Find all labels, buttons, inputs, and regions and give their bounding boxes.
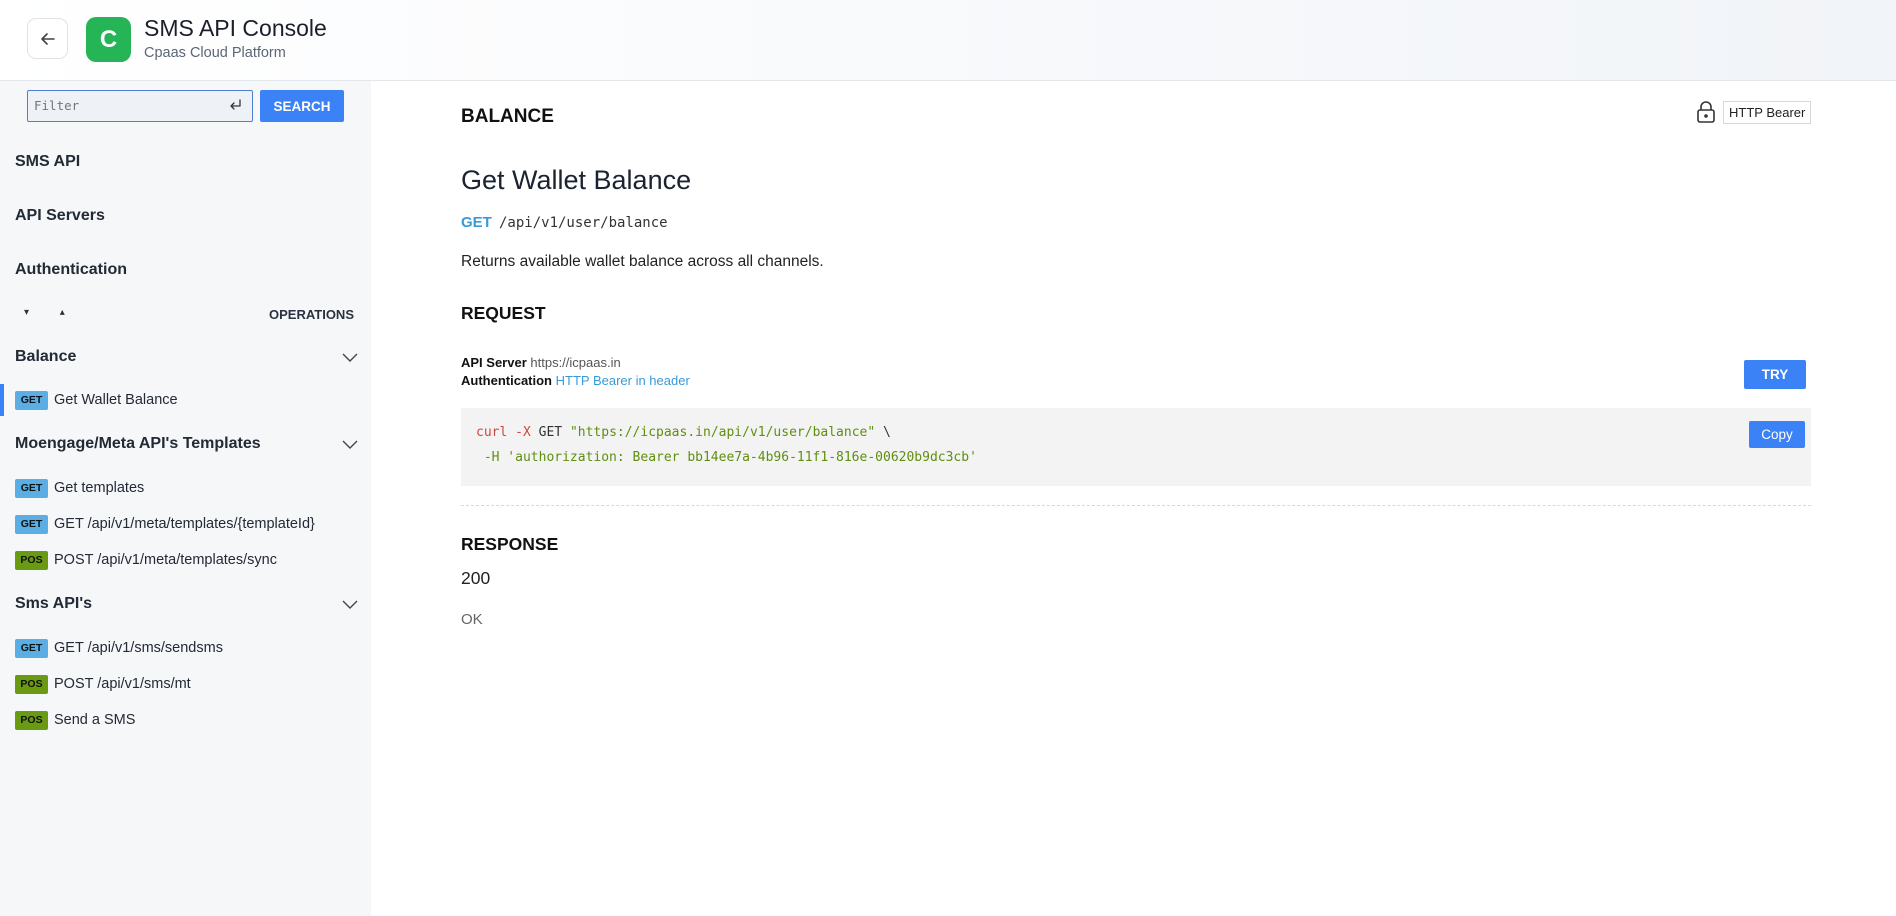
curl-command: curl [476,425,508,440]
expand-collapse-toggle[interactable]: ▾ ▴ [24,307,79,318]
group-title: Moengage/Meta API's Templates [15,435,261,452]
authentication-label: Authentication [461,373,552,388]
search-button[interactable]: SEARCH [260,90,344,122]
filter-input[interactable] [28,91,218,120]
op-label: Get Wallet Balance [54,392,178,408]
app-header: C SMS API Console Cpaas Cloud Platform [0,0,1896,81]
curl-continuation: \ [883,425,891,440]
nav-api-servers[interactable]: API Servers [15,207,105,225]
filter-field[interactable] [27,90,253,122]
authentication-row: Authentication HTTP Bearer in header [461,373,690,388]
op-post-templates-sync[interactable]: POS POST /api/v1/meta/templates/sync [15,550,277,570]
op-get-sendsms[interactable]: GET GET /api/v1/sms/sendsms [15,638,223,658]
request-heading: REQUEST [461,303,546,323]
op-label: POST /api/v1/sms/mt [54,676,191,692]
curl-code-block: curl -X GET "https://icpaas.in/api/v1/us… [461,408,1811,486]
try-button[interactable]: TRY [1744,360,1806,389]
sidebar: SEARCH SMS API API Servers Authenticatio… [0,81,371,916]
chevron-down-icon [342,600,358,609]
response-status-text: OK [461,611,483,628]
op-label: Get templates [54,480,145,496]
group-title: Balance [15,348,77,365]
lock-icon[interactable] [1695,100,1717,124]
main-content: BALANCE HTTP Bearer Get Wallet Balance G… [371,81,1896,916]
op-label: GET /api/v1/sms/sendsms [54,640,223,656]
back-button[interactable] [27,18,68,59]
api-server-label: API Server [461,355,527,370]
chevron-down-icon [342,353,358,362]
copy-button[interactable]: Copy [1749,421,1805,448]
method-badge: GET [15,478,48,498]
curl-flag: -X [515,425,531,440]
security-scheme-badge[interactable]: HTTP Bearer [1723,101,1812,124]
response-status-code[interactable]: 200 [461,568,490,589]
op-label: Send a SMS [54,712,136,728]
curl-line-1: curl -X GET "https://icpaas.in/api/v1/us… [476,420,1796,445]
op-get-template-by-id[interactable]: GET GET /api/v1/meta/templates/{template… [15,514,315,534]
tag-title: BALANCE [461,106,554,127]
op-get-wallet-balance[interactable]: GET Get Wallet Balance [0,384,178,416]
curl-line-2: -H 'authorization: Bearer bb14ee7a-4b96-… [476,445,1796,470]
method-badge: GET [15,390,48,410]
op-label: POST /api/v1/meta/templates/sync [54,552,277,568]
op-post-sms-mt[interactable]: POS POST /api/v1/sms/mt [15,674,191,694]
operations-label: OPERATIONS [269,307,354,322]
curl-header: -H 'authorization: Bearer bb14ee7a-4b96-… [483,450,977,465]
api-server-row: API Server https://icpaas.in [461,355,621,370]
operation-description: Returns available wallet balance across … [461,253,824,270]
http-method: GET [461,214,492,231]
operation-title: Get Wallet Balance [461,165,692,195]
response-heading: RESPONSE [461,534,559,554]
authentication-link[interactable]: HTTP Bearer in header [556,373,690,388]
arrow-left-icon [40,32,55,45]
group-title: Sms API's [15,595,93,612]
method-badge: POS [15,674,48,694]
app-title: SMS API Console [144,15,327,41]
section-divider [461,505,1811,506]
app-subtitle: Cpaas Cloud Platform [144,45,286,61]
method-badge: GET [15,638,48,658]
method-badge: GET [15,514,48,534]
group-sms-apis[interactable]: Sms API's [15,595,359,613]
op-get-templates[interactable]: GET Get templates [15,478,144,498]
nav-sms-api[interactable]: SMS API [15,153,80,171]
api-server-value: https://icpaas.in [530,355,621,370]
endpoint-path: /api/v1/user/balance [499,215,668,231]
app-logo: C [86,17,131,62]
op-send-a-sms[interactable]: POS Send a SMS [15,710,135,730]
curl-method: GET [538,425,563,440]
nav-authentication[interactable]: Authentication [15,261,127,279]
op-label: GET /api/v1/meta/templates/{templateId} [54,516,315,532]
method-badge: POS [15,550,48,570]
group-moengage-templates[interactable]: Moengage/Meta API's Templates [15,435,359,453]
enter-icon [230,99,241,110]
chevron-down-icon [342,440,358,449]
method-badge: POS [15,710,48,730]
group-balance[interactable]: Balance [15,348,359,366]
curl-url: "https://icpaas.in/api/v1/user/balance" [569,425,876,440]
